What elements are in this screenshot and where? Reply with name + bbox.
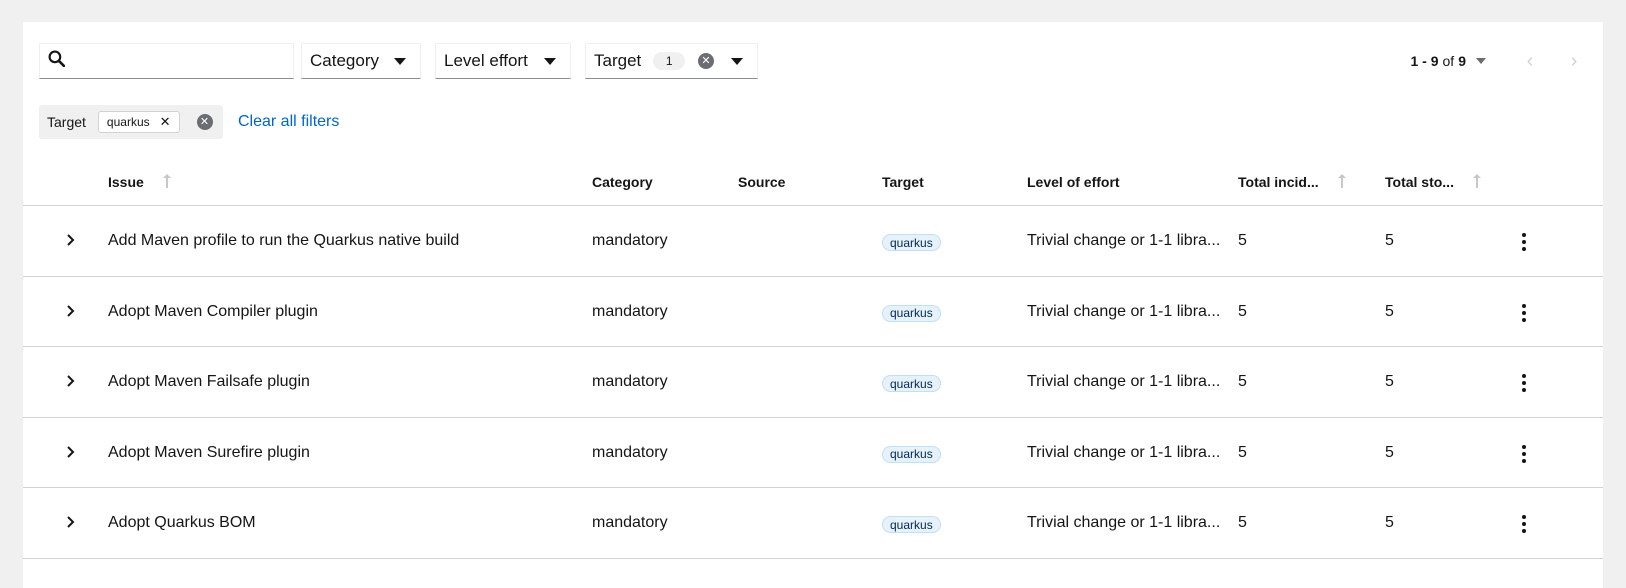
filter-chip: quarkus ✕ — [97, 111, 180, 133]
effort-cell: Trivial change or 1-1 libra... — [1027, 232, 1221, 249]
category-filter-select[interactable]: Category — [301, 43, 421, 79]
column-header-label: Total sto... — [1385, 174, 1454, 190]
column-header-label: Issue — [108, 174, 144, 190]
target-label: quarkus — [882, 445, 941, 463]
column-header-label: Level of effort — [1027, 174, 1120, 190]
total-incidents-cell: 5 — [1238, 443, 1247, 461]
total-incidents-cell: 5 — [1238, 302, 1247, 320]
pagination-toggle[interactable]: 1 - 9 of 9 — [1410, 53, 1486, 69]
search-icon — [48, 50, 66, 72]
target-filter-select[interactable]: Target 1 ✕ — [585, 43, 758, 79]
target-label: quarkus — [882, 234, 941, 251]
angle-left-icon[interactable]: ‹ — [1524, 50, 1536, 73]
angle-right-icon[interactable] — [63, 512, 79, 532]
effort-cell: Trivial change or 1-1 libra... — [1027, 443, 1221, 461]
target-label: quarkus — [882, 304, 941, 322]
times-circle-icon[interactable]: ✕ — [196, 114, 213, 130]
search-input[interactable] — [73, 44, 293, 78]
target-filter-label: Target — [594, 51, 642, 70]
sort-icon — [162, 174, 171, 190]
category-cell: mandatory — [592, 443, 668, 461]
caret-down-icon — [544, 58, 556, 65]
issue-cell: Adopt Maven Compiler plugin — [108, 302, 318, 320]
chip-group-category: Target — [47, 114, 86, 130]
times-circle-icon[interactable]: ✕ — [698, 53, 714, 69]
column-header-source: Source — [738, 174, 785, 190]
ellipsis-v-icon[interactable] — [1518, 374, 1530, 392]
column-header-label: Source — [738, 174, 786, 190]
column-header-category: Category — [592, 174, 653, 190]
total-incidents-cell: 5 — [1238, 373, 1247, 390]
table-row: Adopt Maven Surefire plugin mandatory quar… — [23, 418, 1603, 488]
category-cell: mandatory — [592, 514, 668, 531]
total-incidents-cell: 5 — [1238, 232, 1247, 249]
pagination: 1 - 9 of 9 ‹ › — [1411, 43, 1581, 79]
caret-down-icon — [394, 58, 406, 65]
total-story-points-cell: 5 — [1385, 302, 1394, 320]
table-header: Issue Category Source Target Level of ef… — [23, 162, 1603, 206]
clear-all-filters-link[interactable]: Clear all filters — [238, 113, 339, 131]
category-cell: mandatory — [592, 232, 668, 249]
category-cell: mandatory — [592, 302, 668, 320]
issue-cell: Add Maven profile to run the Quarkus nat… — [108, 232, 460, 249]
angle-right-icon[interactable] — [63, 301, 79, 321]
column-header-label: Target — [882, 174, 924, 190]
total-story-points-cell: 5 — [1385, 514, 1394, 531]
target-label: quarkus — [882, 516, 941, 533]
table-row: Adopt Maven Compiler plugin mandatory quar… — [23, 277, 1603, 347]
filter-chip-label: quarkus — [106, 115, 150, 129]
total-incidents-cell: 5 — [1238, 514, 1247, 531]
angle-right-icon[interactable]: › — [1568, 50, 1580, 73]
issues-card: Category Level effort Target 1 ✕ 1 - 9 o… — [23, 22, 1603, 588]
pagination-total: 9 — [1458, 53, 1466, 69]
column-header-level-of-effort: Level of effort — [1027, 174, 1120, 190]
column-header-total-story-points[interactable]: Total sto... — [1385, 174, 1481, 190]
times-icon[interactable]: ✕ — [160, 114, 171, 130]
total-story-points-cell: 5 — [1385, 373, 1394, 390]
sort-icon — [1337, 174, 1346, 190]
toolbar: Category Level effort Target 1 ✕ 1 - 9 o… — [23, 22, 1603, 102]
effort-cell: Trivial change or 1-1 libra... — [1027, 373, 1221, 390]
category-cell: mandatory — [592, 373, 668, 390]
caret-down-icon — [731, 58, 743, 65]
angle-right-icon[interactable] — [63, 230, 79, 250]
issue-cell: Adopt Quarkus BOM — [108, 514, 256, 531]
table-body: Add Maven profile to run the Quarkus nat… — [23, 206, 1603, 559]
ellipsis-v-icon[interactable] — [1518, 444, 1530, 463]
column-header-target: Target — [882, 174, 924, 190]
angle-right-icon[interactable] — [63, 371, 79, 391]
column-header-label: Category — [592, 174, 653, 190]
issue-cell: Adopt Maven Surefire plugin — [108, 443, 310, 461]
category-filter-label: Category — [310, 51, 379, 70]
filter-chip-group: Target quarkus ✕ ✕ — [39, 105, 223, 139]
effort-cell: Trivial change or 1-1 libra... — [1027, 514, 1221, 531]
search-box[interactable] — [39, 43, 294, 79]
target-filter-count-badge: 1 — [653, 52, 686, 70]
target-label: quarkus — [882, 375, 941, 392]
pagination-range: 1 - 9 — [1410, 53, 1439, 69]
total-story-points-cell: 5 — [1385, 232, 1394, 249]
ellipsis-v-icon[interactable] — [1518, 515, 1530, 533]
effort-cell: Trivial change or 1-1 libra... — [1027, 302, 1221, 320]
caret-down-icon — [1476, 58, 1486, 64]
pagination-of: of — [1442, 53, 1455, 69]
table-row: Add Maven profile to run the Quarkus nat… — [23, 206, 1603, 277]
issue-cell: Adopt Maven Failsafe plugin — [108, 373, 310, 390]
column-header-total-incidents[interactable]: Total incid... — [1238, 174, 1346, 190]
total-story-points-cell: 5 — [1385, 443, 1394, 461]
table-row: Adopt Maven Failsafe plugin mandatory quar… — [23, 347, 1603, 418]
level-effort-filter-label: Level effort — [444, 51, 528, 70]
column-header-issue[interactable]: Issue — [108, 174, 171, 190]
ellipsis-v-icon[interactable] — [1518, 303, 1530, 322]
column-header-label: Total incid... — [1238, 174, 1319, 190]
level-effort-filter-select[interactable]: Level effort — [435, 43, 571, 79]
ellipsis-v-icon[interactable] — [1518, 233, 1530, 251]
sort-icon — [1472, 174, 1481, 190]
table-row: Adopt Quarkus BOM mandatory quarkus Trivial… — [23, 488, 1603, 559]
angle-right-icon[interactable] — [63, 442, 79, 462]
